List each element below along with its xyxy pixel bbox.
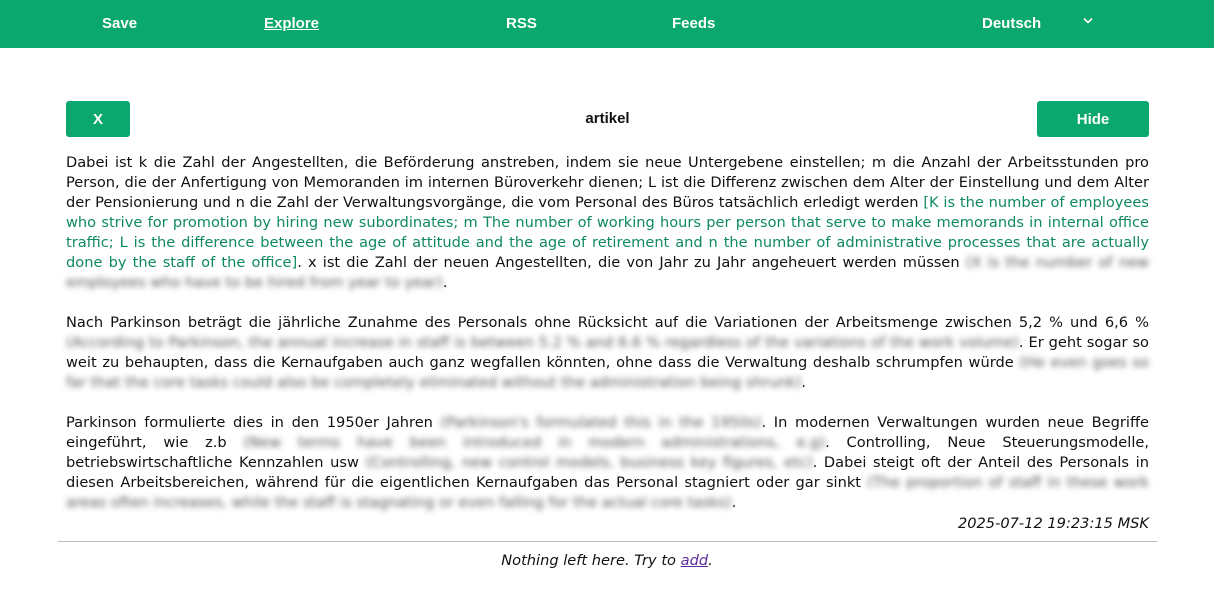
nav-save-link[interactable]: Save [102, 15, 137, 33]
add-link[interactable]: add [681, 552, 708, 569]
hidden-translation[interactable]: (Controlling, new control models, busine… [366, 454, 813, 471]
footer-text: Nothing left here. Try to [501, 552, 681, 569]
hidden-translation[interactable]: (Parkinson's formulated this in the 1950… [441, 414, 762, 431]
hide-button[interactable]: Hide [1037, 101, 1149, 137]
chevron-down-icon[interactable] [1083, 17, 1093, 25]
sentence-end: . [801, 374, 806, 391]
hidden-translation[interactable]: (According to Parkinson, the annual incr… [66, 334, 1019, 351]
article-toolbar: X artikel Hide [66, 101, 1149, 137]
hidden-translation[interactable]: (New terms have been introduced in moder… [244, 434, 826, 451]
sentence-end: . [442, 274, 448, 291]
article-timestamp: 2025-07-12 19:23:15 MSK [957, 515, 1149, 532]
nav-feeds-link[interactable]: Feeds [672, 15, 715, 33]
nav-rss-link[interactable]: RSS [506, 15, 537, 33]
footer-end: . [708, 552, 713, 569]
nav-explore-link[interactable]: Explore [264, 15, 319, 33]
sentence-text: . x ist die Zahl der neuen Angestellten,… [297, 254, 960, 271]
article-title: artikel [585, 110, 630, 127]
divider [58, 541, 1157, 542]
top-navbar: Save Explore RSS Feeds Deutsch [0, 0, 1214, 48]
paragraph-3: Parkinson formulierte dies in den 1950er… [66, 413, 1149, 513]
paragraph-2: Nach Parkinson beträgt die jährliche Zun… [66, 313, 1149, 393]
article-body: Dabei ist k die Zahl der Angestellten, d… [66, 153, 1149, 533]
paragraph-1: Dabei ist k die Zahl der Angestellten, d… [66, 153, 1149, 293]
sentence-text: Nach Parkinson beträgt die jährliche Zun… [66, 314, 1149, 331]
language-select[interactable]: Deutsch [982, 15, 1041, 33]
sentence-text: Parkinson formulierte dies in den 1950er… [66, 414, 433, 431]
empty-feed-message: Nothing left here. Try to add. [0, 551, 1214, 571]
sentence-end: . [731, 494, 737, 511]
